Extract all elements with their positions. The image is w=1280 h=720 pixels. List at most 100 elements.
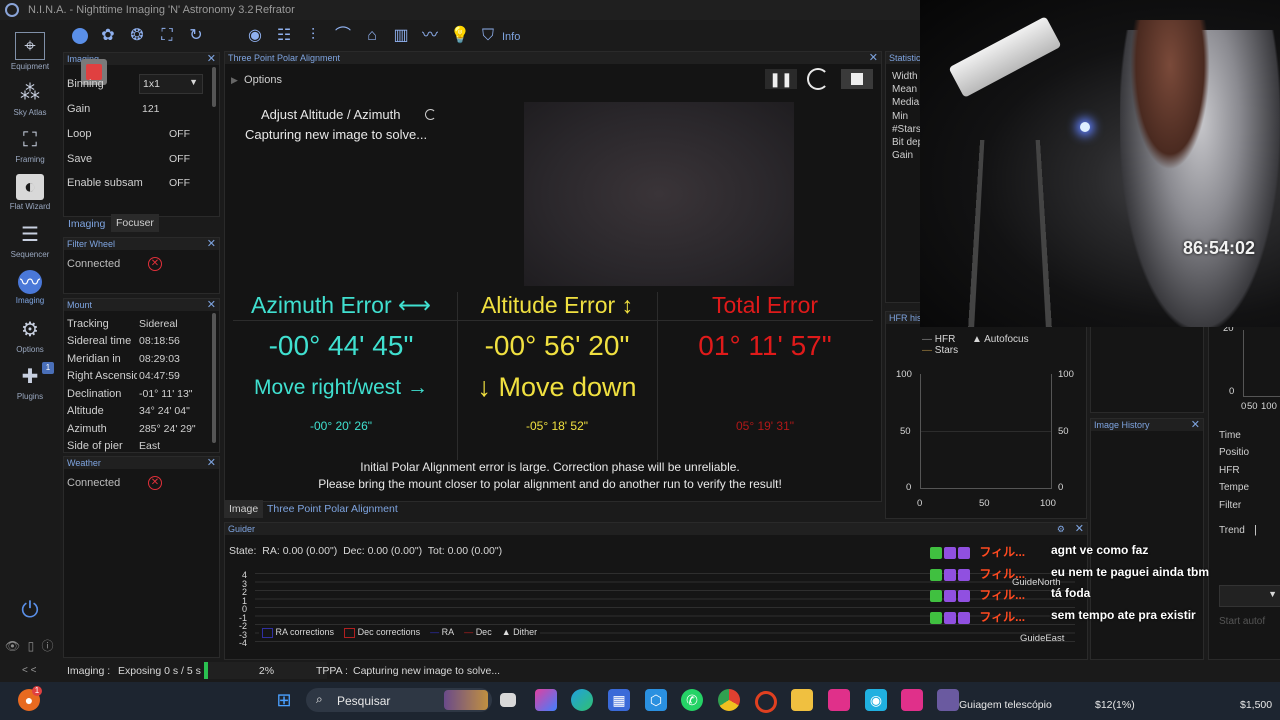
legend-ra-corrections: RA corrections: [262, 627, 334, 638]
telescope-icon: ⌖: [15, 32, 45, 60]
sidebar-collapse[interactable]: < <: [22, 665, 36, 676]
tab-imaging[interactable]: Imaging: [63, 215, 110, 233]
weather-panel: Weather ✕ Connected ✕: [63, 456, 220, 658]
hfr-legend: — HFR — Stars: [922, 334, 958, 356]
badge-icon: [958, 589, 970, 602]
loop-toggle[interactable]: OFF: [169, 128, 190, 140]
app-icon[interactable]: [901, 689, 923, 711]
windows-start-icon[interactable]: ⊞: [273, 689, 295, 711]
sidebar-item-sequencer[interactable]: ☰ Sequencer: [0, 222, 60, 259]
arrows-horizontal-icon: ⟷: [398, 292, 431, 318]
mount-panel: Mount ✕ Tracking Sidereal Sidereal time 08:…: [63, 298, 220, 453]
chart-tool-icon[interactable]: ▥: [391, 26, 411, 46]
info-icon[interactable]: ⓘ: [42, 639, 54, 653]
stop-button[interactable]: [841, 69, 873, 89]
close-icon[interactable]: ✕: [207, 238, 216, 250]
save-toggle[interactable]: OFF: [169, 153, 190, 165]
close-icon[interactable]: ✕: [207, 457, 216, 469]
legend-hfr: — HFR: [922, 334, 956, 345]
guide-east-label: GuideEast: [1020, 633, 1065, 644]
nina-taskbar-icon[interactable]: [937, 689, 959, 711]
app-icon[interactable]: ◉: [865, 689, 887, 711]
tab-three-point-polar-alignment[interactable]: Three Point Polar Alignment: [262, 500, 403, 518]
af-x-50: 50: [1247, 401, 1258, 412]
chat-message: フィル... agnt ve como faz: [930, 543, 1148, 561]
profile-name: Refrator: [255, 4, 295, 16]
book-icon[interactable]: ▯: [28, 639, 35, 653]
status-bar: Imaging : Exposing 0 s / 5 s 2% TPPA : C…: [60, 660, 1280, 682]
legend-ra: — RA: [430, 627, 455, 637]
taskbar-search[interactable]: ⌕ Pesquisar: [306, 688, 492, 712]
settings-icon[interactable]: ⚙: [1057, 523, 1065, 535]
search-icon: ⌕: [316, 692, 323, 706]
scrollbar[interactable]: [212, 313, 216, 443]
guider-y-axis: 4 3 2 1 0 -1 -2 -3 -4: [238, 570, 247, 648]
focuser-tool-icon[interactable]: ❂: [127, 26, 147, 46]
sidebar-item-imaging[interactable]: 〰 Imaging: [0, 270, 60, 305]
sidebar-item-framing[interactable]: ⛶ Framing: [0, 127, 60, 164]
list-tool-icon[interactable]: ☷: [274, 26, 294, 46]
close-icon[interactable]: ✕: [207, 299, 216, 311]
binning-select[interactable]: 1x1 ▼: [139, 74, 203, 94]
sliders-tool-icon[interactable]: ⫶: [303, 26, 323, 46]
sidebar-item-options[interactable]: ⚙ Options: [0, 317, 60, 354]
target-tool-icon[interactable]: ◉: [245, 26, 265, 46]
task-view-icon[interactable]: [500, 693, 516, 707]
gain-input[interactable]: 121: [142, 103, 160, 115]
app-icon[interactable]: [828, 689, 850, 711]
store-icon[interactable]: ▦: [608, 689, 630, 711]
close-icon[interactable]: ✕: [1191, 419, 1200, 431]
close-icon[interactable]: ✕: [869, 52, 878, 64]
eye-icon[interactable]: 👁: [5, 639, 20, 653]
filter-wheel-panel: Filter Wheel ✕ Connected ✕: [63, 237, 220, 294]
sidebar-item-equipment[interactable]: ⌖ Equipment: [0, 32, 60, 71]
sidebar-item-sky-atlas[interactable]: ⁂ Sky Atlas: [0, 80, 60, 117]
altitude-initial-error: -05° 18' 52": [525, 419, 589, 433]
weather-tool-icon[interactable]: ⌒: [333, 26, 353, 46]
pause-button[interactable]: ❚❚: [765, 69, 797, 89]
hfr-y-left-0: 0: [906, 482, 912, 493]
power-icon[interactable]: ⏻: [18, 598, 42, 622]
badge-icon: [958, 546, 970, 559]
status-tppa-value: Capturing new image to solve...: [353, 665, 501, 677]
start-autofocus-button[interactable]: Start autof: [1219, 616, 1265, 627]
sidebar-item-plugins[interactable]: ✚ Plugins 1: [0, 362, 60, 401]
framing-tool-icon[interactable]: ⛶: [157, 26, 177, 46]
sidebar-item-flat-wizard[interactable]: ◐ Flat Wizard: [0, 174, 60, 211]
chat-message: フィル... sem tempo ate pra existir: [930, 608, 1196, 626]
rotator-tool-icon[interactable]: ↻: [186, 26, 206, 46]
folder-icon[interactable]: [791, 689, 813, 711]
disconnect-icon[interactable]: ✕: [148, 476, 162, 490]
af-plot-area: [1243, 330, 1280, 397]
flat-wizard-icon: ◐: [16, 174, 44, 200]
dome-tool-icon[interactable]: ⌂: [362, 26, 382, 46]
opera-icon[interactable]: [755, 691, 777, 713]
tab-focuser[interactable]: Focuser: [111, 214, 159, 232]
wave-tool-icon[interactable]: 〰: [420, 26, 440, 46]
camera-tool-icon[interactable]: [70, 26, 90, 46]
chat-message: フィル... tá foda: [930, 586, 1090, 604]
shield-tool-icon[interactable]: ⛉: [478, 26, 498, 46]
disconnect-icon[interactable]: ✕: [148, 257, 162, 271]
af-select[interactable]: ▼: [1219, 585, 1280, 607]
filterwheel-tool-icon[interactable]: ✿: [98, 26, 118, 46]
info-label[interactable]: Info: [502, 31, 520, 43]
person-hair: [1130, 20, 1210, 170]
scrollbar[interactable]: [212, 67, 216, 107]
bulb-tool-icon[interactable]: 💡: [450, 26, 470, 46]
autofocus-panel-upper: [1090, 325, 1204, 413]
close-icon[interactable]: ✕: [207, 53, 216, 65]
close-icon[interactable]: ✕: [1075, 523, 1084, 535]
options-expander[interactable]: ▶ Options: [231, 74, 282, 86]
badge-icon: [944, 546, 956, 559]
copilot-icon[interactable]: [535, 689, 557, 711]
refresh-icon[interactable]: [807, 68, 829, 90]
whatsapp-icon[interactable]: ✆: [681, 689, 703, 711]
total-initial-error: 05° 19' 31": [735, 419, 795, 433]
app-icon[interactable]: ⬡: [645, 689, 667, 711]
edge-icon[interactable]: [571, 689, 593, 711]
puzzle-icon: ✚: [21, 366, 39, 388]
subsample-toggle[interactable]: OFF: [169, 177, 190, 189]
tab-image[interactable]: Image: [224, 500, 264, 518]
chrome-icon[interactable]: [718, 689, 740, 711]
